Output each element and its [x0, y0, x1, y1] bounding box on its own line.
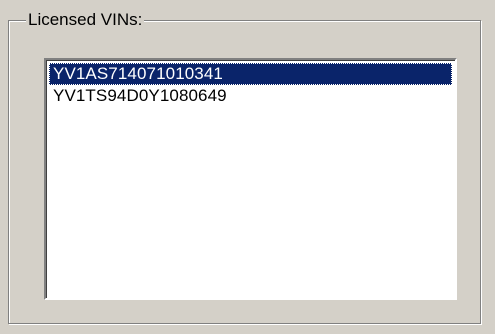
vin-list-item[interactable]: YV1TS94D0Y1080649	[49, 85, 452, 107]
licensed-vins-listbox[interactable]: YV1AS714071010341 YV1TS94D0Y1080649	[44, 58, 457, 300]
licensed-vins-label: Licensed VINs:	[26, 9, 145, 31]
vin-list-item[interactable]: YV1AS714071010341	[49, 63, 452, 85]
